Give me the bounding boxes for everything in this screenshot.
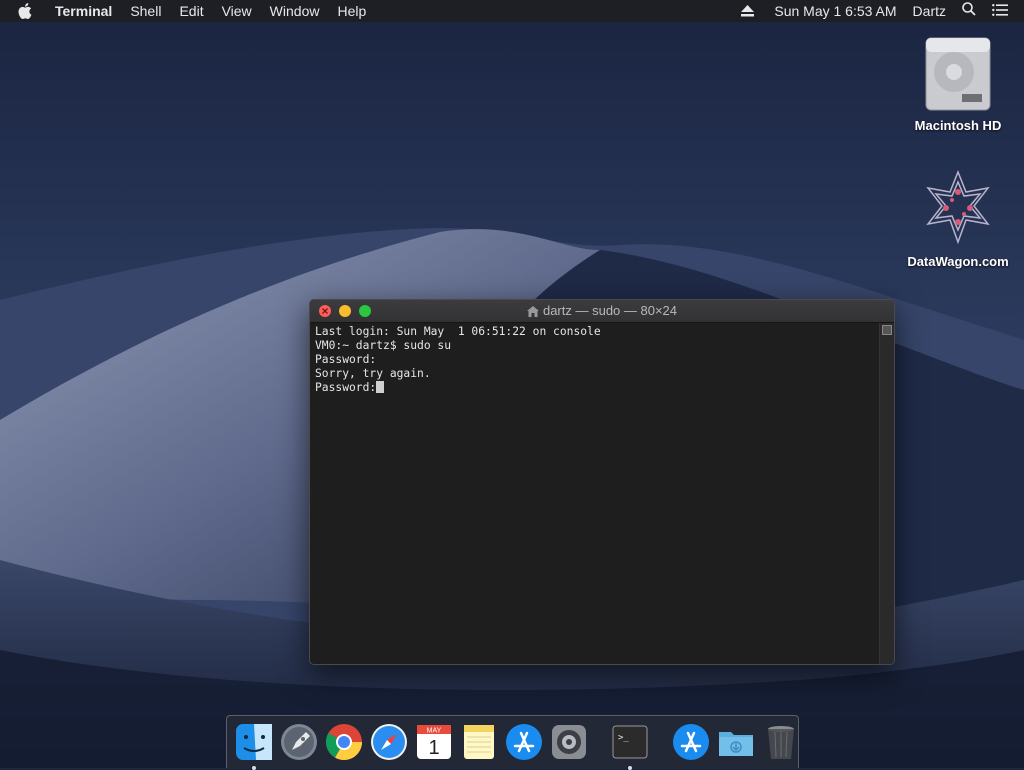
calendar-month: MAY xyxy=(426,728,441,735)
launchpad-icon xyxy=(280,724,317,760)
dock-system-preferences[interactable] xyxy=(549,722,589,762)
terminal-line: VM0:~ dartz$ sudo su xyxy=(315,339,452,352)
terminal-icon: >_ xyxy=(612,725,647,759)
safari-icon xyxy=(370,724,407,760)
finder-icon xyxy=(235,724,272,760)
home-folder-icon xyxy=(526,305,539,317)
downloads-folder-icon xyxy=(718,732,753,756)
scroll-knob[interactable] xyxy=(882,325,892,335)
menu-shell[interactable]: Shell xyxy=(121,0,170,22)
menu-view[interactable]: View xyxy=(213,0,261,22)
app-store-downloads-icon xyxy=(672,724,709,760)
menubar-clock[interactable]: Sun May 1 6:53 AM xyxy=(766,0,904,22)
desktop-icon-macintosh-hd[interactable]: Macintosh HD xyxy=(903,32,1013,133)
calendar-day: 1 xyxy=(428,737,439,759)
apple-menu-icon[interactable] xyxy=(0,3,46,19)
hard-drive-icon xyxy=(918,32,998,112)
dock-terminal[interactable]: >_ xyxy=(610,722,650,770)
terminal-line: Last login: Sun May 1 06:51:22 on consol… xyxy=(315,325,601,338)
dock-app-store-downloads[interactable] xyxy=(671,722,711,762)
menu-help[interactable]: Help xyxy=(328,0,375,22)
spotlight-search-icon[interactable] xyxy=(954,0,984,22)
terminal-output[interactable]: Last login: Sun May 1 06:51:22 on consol… xyxy=(310,323,880,664)
dock-app-store[interactable] xyxy=(504,722,544,762)
eject-icon[interactable] xyxy=(729,5,766,17)
dock-safari[interactable] xyxy=(369,722,409,762)
menubar-user[interactable]: Dartz xyxy=(905,0,954,22)
terminal-prompt-glyph: >_ xyxy=(618,733,629,743)
notification-center-icon[interactable] xyxy=(984,0,1024,22)
dock-trash[interactable] xyxy=(761,722,801,762)
dock-finder[interactable] xyxy=(234,722,274,770)
terminal-window[interactable]: dartz — sudo — 80×24 Last login: Sun May… xyxy=(309,299,895,665)
menu-edit[interactable]: Edit xyxy=(170,0,212,22)
menu-bar: Terminal Shell Edit View Window Help Sun… xyxy=(0,0,1024,22)
terminal-line: Sorry, try again. xyxy=(315,367,431,380)
dock-notes[interactable] xyxy=(459,722,499,762)
menu-window[interactable]: Window xyxy=(261,0,329,22)
text-cursor xyxy=(376,381,385,393)
dock-chrome[interactable] xyxy=(324,722,364,762)
window-title-text: dartz — sudo — 80×24 xyxy=(542,303,678,318)
window-title: dartz — sudo — 80×24 xyxy=(310,300,894,322)
desktop-icon-label: DataWagon.com xyxy=(907,254,1009,269)
datawagon-logo-icon xyxy=(918,168,998,248)
vertical-scrollbar[interactable] xyxy=(879,323,894,664)
terminal-prompt-line: Password: xyxy=(315,381,880,395)
window-titlebar[interactable]: dartz — sudo — 80×24 xyxy=(310,300,894,323)
running-indicator xyxy=(251,766,256,770)
trash-icon xyxy=(767,726,794,759)
terminal-line: Password: xyxy=(315,381,377,394)
calendar-icon: MAY 1 xyxy=(416,725,451,759)
app-store-icon xyxy=(505,724,542,760)
dock-downloads-folder[interactable] xyxy=(716,722,756,762)
chrome-icon xyxy=(325,724,362,761)
dock-calendar[interactable]: MAY 1 xyxy=(414,722,454,762)
desktop-icon-label: Macintosh HD xyxy=(914,118,1002,133)
running-indicator xyxy=(627,766,632,770)
terminal-line: Password: xyxy=(315,353,377,366)
system-preferences-icon xyxy=(551,725,586,759)
menu-app-name[interactable]: Terminal xyxy=(46,0,121,22)
dock: MAY 1 >_ xyxy=(226,715,801,770)
notes-icon xyxy=(463,725,494,759)
dock-launchpad[interactable] xyxy=(279,722,319,762)
desktop-icon-datawagon[interactable]: DataWagon.com xyxy=(903,168,1013,269)
